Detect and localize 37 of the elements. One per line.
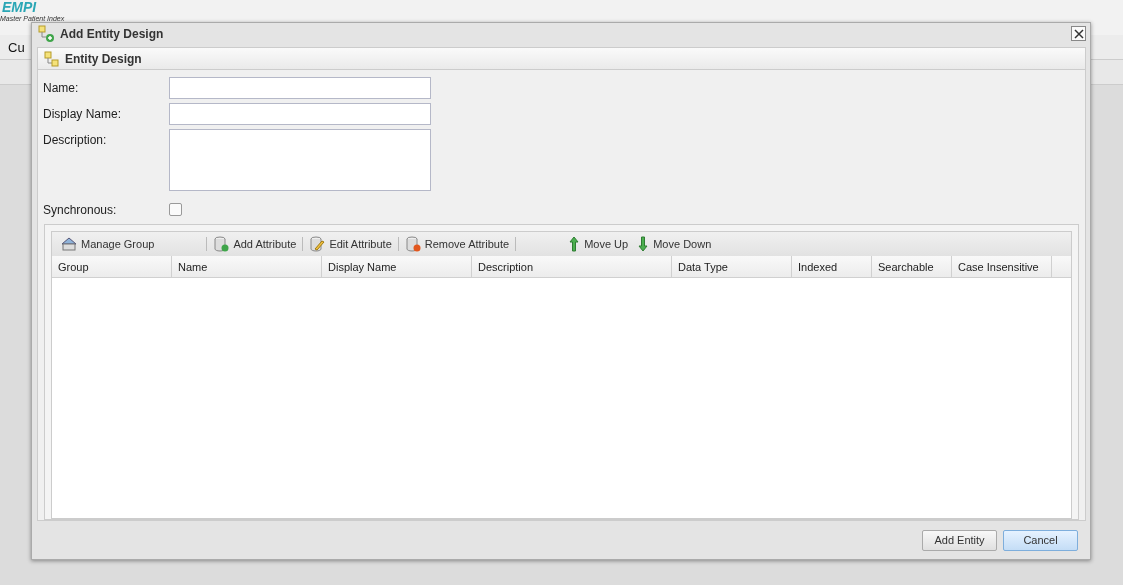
column-header[interactable]: Group bbox=[52, 256, 172, 277]
building-icon bbox=[61, 237, 77, 251]
checkbox[interactable] bbox=[169, 203, 182, 216]
database-remove-icon bbox=[404, 236, 421, 252]
dialog-title: Add Entity Design bbox=[60, 27, 164, 41]
toolbar-button[interactable]: Manage Group bbox=[58, 235, 158, 253]
arrow-down-icon bbox=[637, 236, 650, 252]
field-label: Synchronous: bbox=[43, 202, 118, 217]
toolbar-button[interactable]: Move Up bbox=[565, 234, 632, 254]
column-header[interactable]: Case Insensitive bbox=[952, 256, 1052, 277]
toolbar-button[interactable]: Remove Attribute bbox=[401, 234, 513, 254]
entity-icon bbox=[44, 50, 60, 67]
toolbar-button[interactable]: Edit Attribute bbox=[306, 234, 395, 254]
input-field[interactable] bbox=[169, 103, 431, 125]
column-header[interactable]: Indexed bbox=[792, 256, 872, 277]
field-label: Display Name: bbox=[43, 106, 123, 121]
database-add-icon bbox=[213, 236, 230, 252]
column-header[interactable]: Name bbox=[172, 256, 322, 277]
input-field[interactable] bbox=[169, 77, 431, 99]
column-header[interactable]: Description bbox=[472, 256, 672, 277]
database-edit-icon bbox=[309, 236, 326, 252]
close-button[interactable] bbox=[1071, 26, 1086, 41]
toolbar-button[interactable]: Add Attribute bbox=[210, 234, 300, 254]
entity-add-icon bbox=[38, 25, 56, 43]
column-header[interactable]: Display Name bbox=[322, 256, 472, 277]
field-label: Description: bbox=[43, 132, 108, 147]
text-area[interactable] bbox=[169, 129, 431, 191]
arrow-up-icon bbox=[568, 236, 581, 252]
dialog-button[interactable]: Add Entity bbox=[922, 529, 997, 551]
menu-item[interactable]: Cu bbox=[8, 39, 25, 55]
column-header[interactable]: Data Type bbox=[672, 256, 792, 277]
column-header[interactable]: Searchable bbox=[872, 256, 952, 277]
toolbar-button[interactable]: Move Down bbox=[634, 234, 715, 254]
panel-title: Entity Design bbox=[65, 51, 142, 66]
field-label: Name: bbox=[43, 80, 80, 95]
app-logo: EMPI bbox=[2, 0, 37, 14]
dialog-button[interactable]: Cancel bbox=[1003, 529, 1078, 551]
